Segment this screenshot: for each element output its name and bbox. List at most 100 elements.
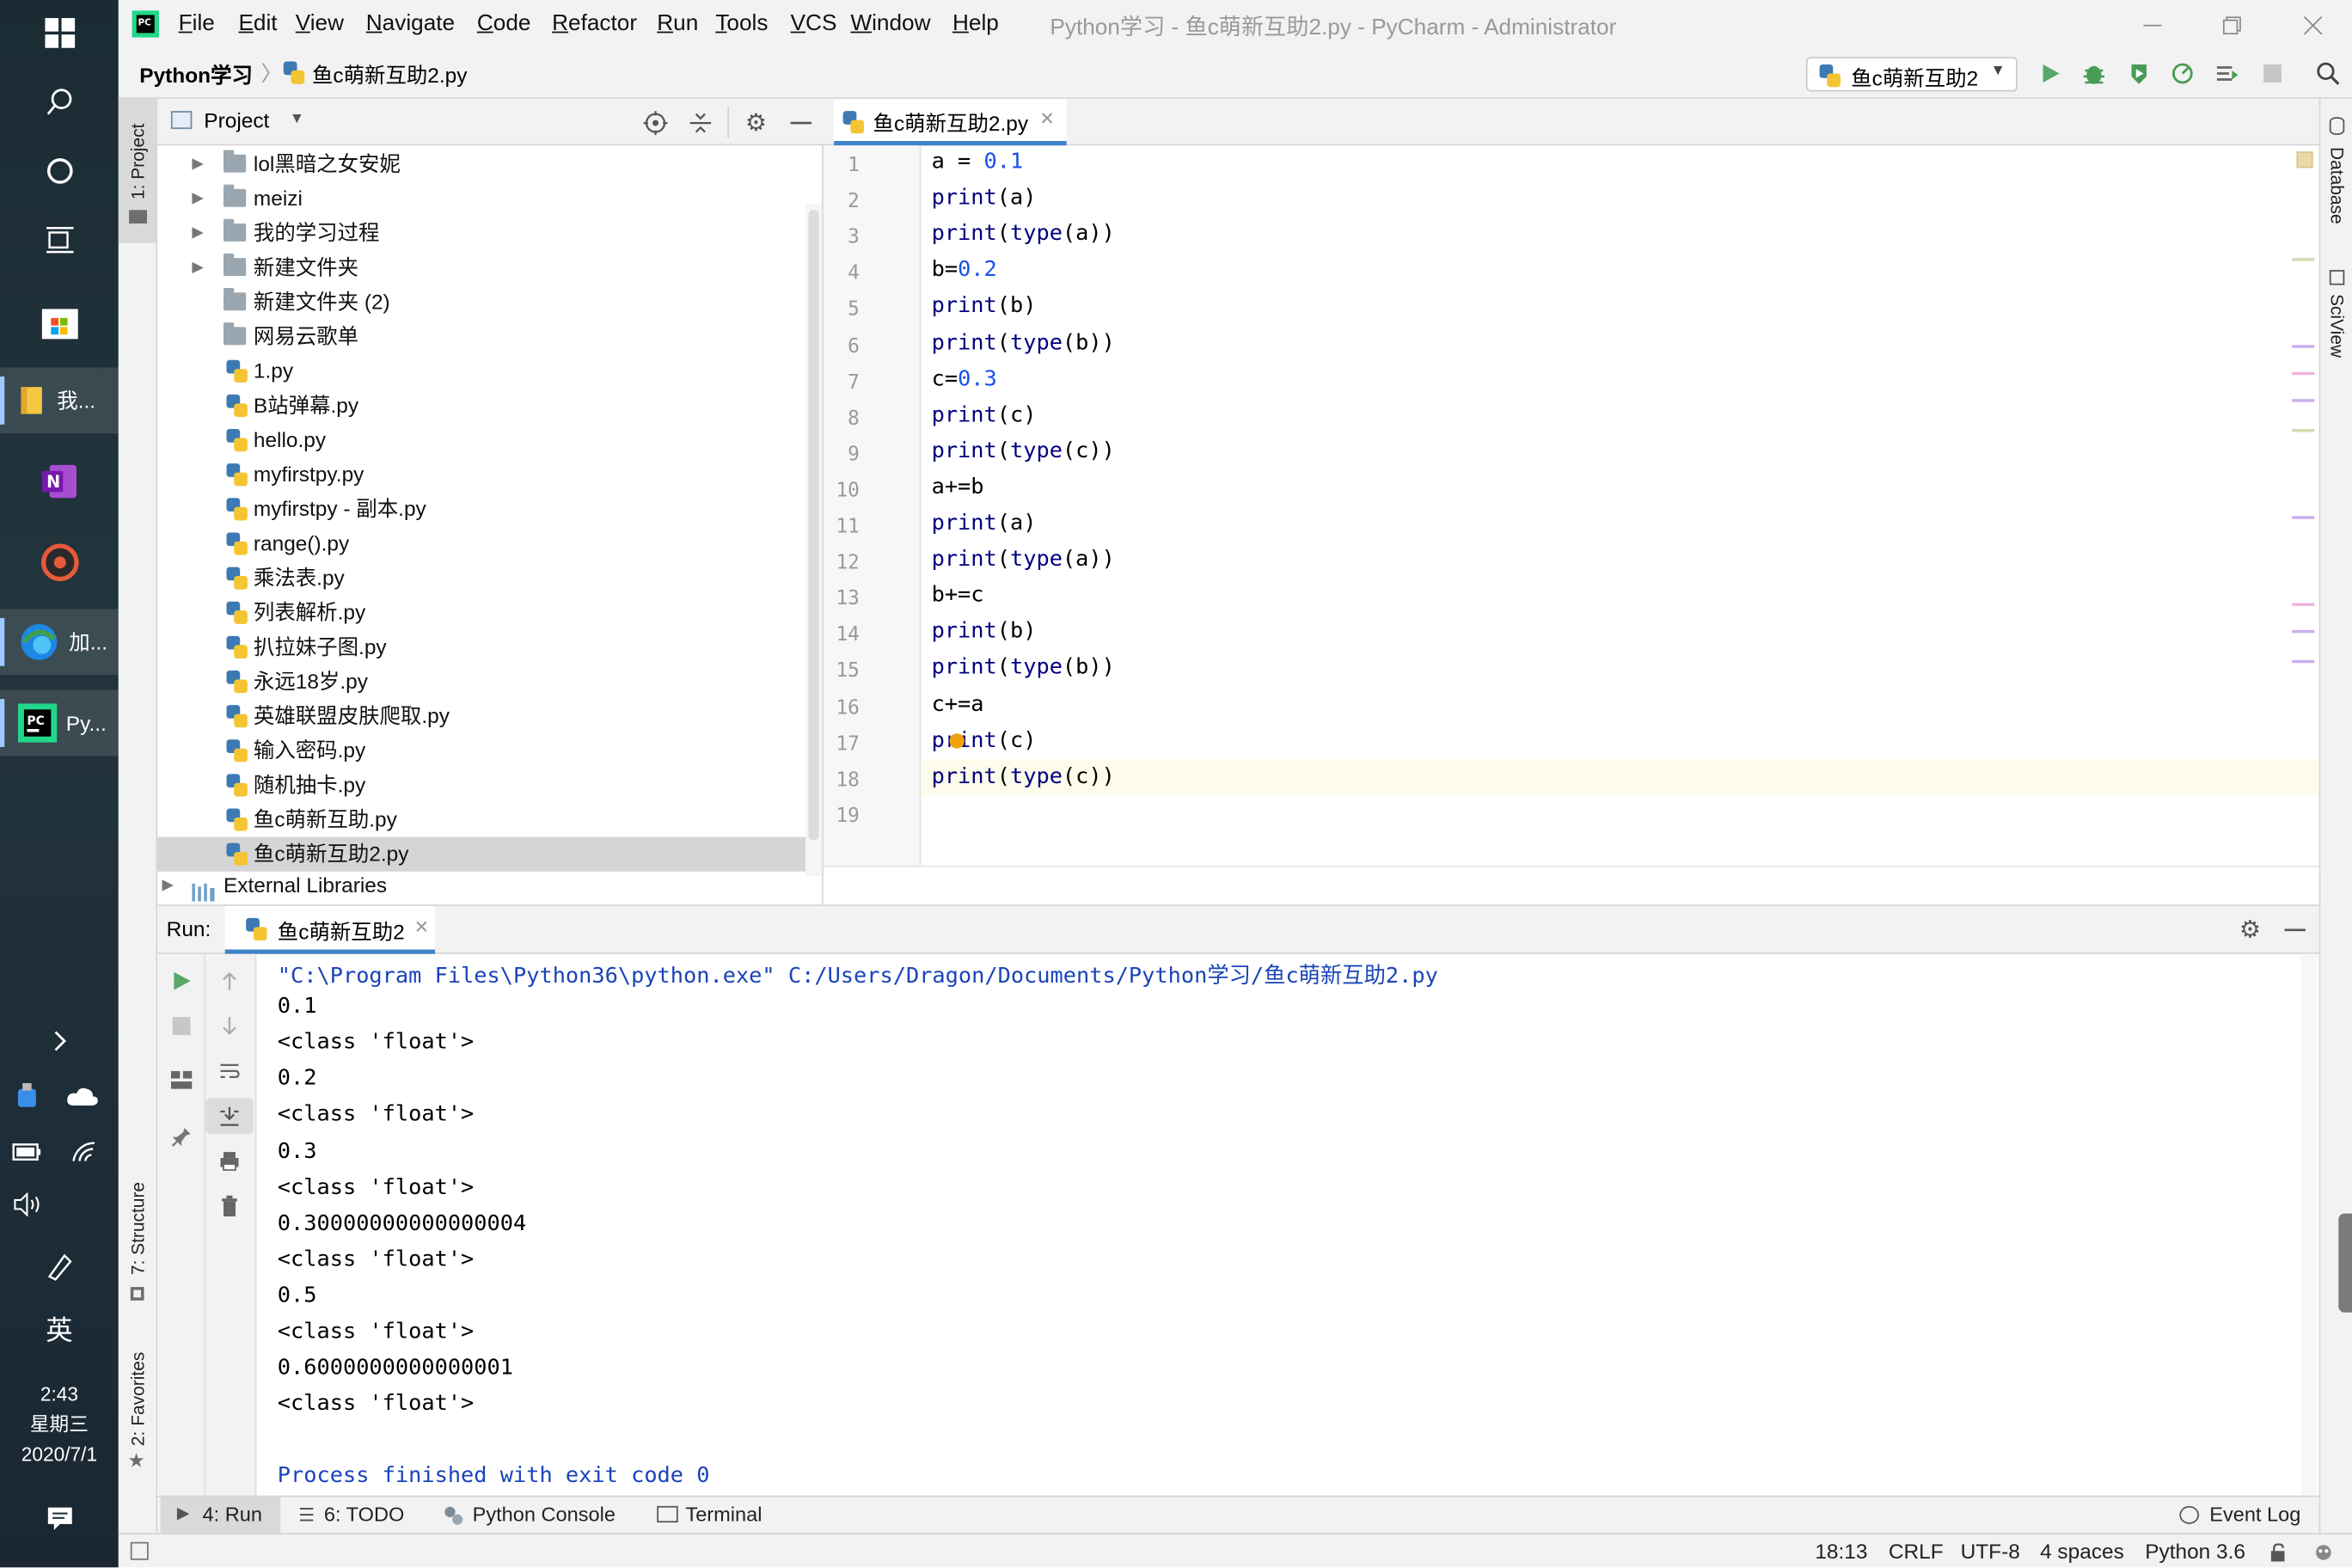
- code-line[interactable]: print(type(a)): [932, 548, 1115, 572]
- code-line[interactable]: b=0.2: [932, 259, 997, 283]
- action-center-icon[interactable]: [0, 1485, 119, 1551]
- menu-navigate[interactable]: Navigate: [366, 10, 455, 36]
- indent-setting[interactable]: 4 spaces: [2040, 1539, 2124, 1563]
- tree-item-file[interactable]: 扒拉妹子图.py: [157, 630, 805, 665]
- inspector-icon[interactable]: [2312, 1539, 2336, 1563]
- stop-icon[interactable]: [157, 1008, 205, 1044]
- chevron-down-icon[interactable]: ▼: [290, 111, 304, 127]
- tree-item-folder[interactable]: ▶ 新建文件夹: [157, 250, 805, 285]
- tree-item-file[interactable]: myfirstpy - 副本.py: [157, 492, 805, 526]
- stop-icon[interactable]: [2257, 58, 2288, 89]
- menu-run[interactable]: Run: [657, 10, 698, 36]
- run-tool-tab[interactable]: ▶ 4: Run: [160, 1497, 281, 1534]
- trash-icon[interactable]: [205, 1188, 254, 1224]
- onenote-icon[interactable]: N: [0, 449, 119, 515]
- gear-icon[interactable]: ⚙: [2235, 915, 2265, 945]
- onedrive-cloud-icon[interactable]: [63, 1080, 101, 1112]
- code-line[interactable]: print(type(b)): [932, 656, 1115, 680]
- code-line[interactable]: b+=c: [932, 584, 984, 608]
- line-separator[interactable]: CRLF: [1889, 1539, 1944, 1563]
- error-stripe[interactable]: [2292, 168, 2315, 744]
- event-log-tool-tab[interactable]: Event Log: [2179, 1497, 2314, 1533]
- expand-arrow-icon[interactable]: ▶: [192, 147, 203, 181]
- volume-icon[interactable]: [9, 1188, 45, 1221]
- project-tool-tab[interactable]: 1: Project: [118, 99, 156, 243]
- stripe-mark[interactable]: [2292, 371, 2315, 376]
- lightbulb-icon[interactable]: [949, 733, 965, 749]
- music-player-icon[interactable]: [0, 530, 119, 596]
- code-line[interactable]: c=0.3: [932, 367, 997, 391]
- tree-item-file[interactable]: 随机抽卡.py: [157, 768, 805, 802]
- menu-tools[interactable]: Tools: [715, 10, 768, 36]
- tree-item-file[interactable]: 乘法表.py: [157, 561, 805, 596]
- stripe-mark[interactable]: [2292, 399, 2315, 402]
- minimize-button[interactable]: [2118, 0, 2187, 50]
- line-number[interactable]: 10: [822, 480, 860, 502]
- line-number[interactable]: 18: [822, 769, 860, 792]
- locate-file-icon[interactable]: [640, 108, 671, 138]
- menu-window[interactable]: Window: [850, 10, 930, 36]
- ime-indicator[interactable]: 英: [0, 1296, 119, 1363]
- code-line[interactable]: print(a): [932, 187, 1037, 211]
- line-number[interactable]: 17: [822, 733, 860, 756]
- stripe-mark[interactable]: [2292, 258, 2315, 261]
- project-scrollbar[interactable]: [805, 204, 823, 877]
- debug-icon[interactable]: [2079, 58, 2109, 89]
- tree-item-file[interactable]: range().py: [157, 526, 805, 560]
- caret-position[interactable]: 18:13: [1815, 1539, 1867, 1563]
- arrow-down-icon[interactable]: [205, 1008, 254, 1044]
- tree-item-file[interactable]: 鱼c萌新互助.py: [157, 803, 805, 837]
- tree-item-file[interactable]: myfirstpy.py: [157, 457, 805, 492]
- chevron-right-icon[interactable]: [0, 1008, 119, 1075]
- stripe-mark[interactable]: [2292, 659, 2315, 664]
- menu-help[interactable]: Help: [952, 10, 999, 36]
- tree-item-file[interactable]: 永远18岁.py: [157, 665, 805, 699]
- code-line[interactable]: print(type(b)): [932, 331, 1115, 355]
- code-line[interactable]: print(b): [932, 620, 1037, 644]
- tree-item-file[interactable]: hello.py: [157, 423, 805, 457]
- pin-icon[interactable]: [157, 1119, 205, 1155]
- line-number[interactable]: 13: [822, 588, 860, 610]
- tree-item-folder[interactable]: ▶ lol黑暗之女安妮: [157, 147, 805, 181]
- close-tab-icon[interactable]: ✕: [1039, 108, 1055, 129]
- database-tool-tab[interactable]: Database: [2320, 111, 2352, 240]
- collapse-all-icon[interactable]: [685, 108, 715, 138]
- tree-item-external-libraries[interactable]: ▶ External Libraries: [157, 868, 805, 903]
- restore-layout-icon[interactable]: [157, 1062, 205, 1098]
- breadcrumb-project[interactable]: Python学习: [139, 60, 253, 90]
- task-view-icon[interactable]: [0, 207, 119, 273]
- taskbar-app-pycharm[interactable]: PC Py...: [0, 689, 119, 756]
- soft-wrap-icon[interactable]: [205, 1053, 254, 1089]
- tree-item-file[interactable]: 输入密码.py: [157, 733, 805, 768]
- taskbar-app-file-explorer[interactable]: 我...: [0, 367, 119, 434]
- profile-icon[interactable]: [2167, 58, 2197, 89]
- battery-icon[interactable]: [9, 1136, 45, 1168]
- inspection-status-icon[interactable]: [2296, 151, 2313, 168]
- python-interpreter[interactable]: Python 3.6: [2145, 1539, 2245, 1563]
- clock-date[interactable]: 2020/7/1: [0, 1440, 119, 1470]
- close-tab-icon[interactable]: ✕: [414, 916, 430, 937]
- taskbar-app-edge[interactable]: 加...: [0, 609, 119, 676]
- line-number[interactable]: 2: [822, 191, 860, 213]
- scrollbar-thumb[interactable]: [808, 210, 819, 841]
- run-icon[interactable]: [2036, 58, 2066, 89]
- file-encoding[interactable]: UTF-8: [1961, 1539, 2020, 1563]
- clock-weekday[interactable]: 星期三: [0, 1410, 119, 1440]
- line-number[interactable]: 12: [822, 552, 860, 574]
- stripe-mark[interactable]: [2292, 603, 2315, 606]
- console-scrollbar[interactable]: [2300, 953, 2318, 1498]
- code-line[interactable]: c+=a: [932, 692, 984, 716]
- store-icon[interactable]: [0, 288, 119, 354]
- editor-tab[interactable]: 鱼c萌新互助2.py ✕: [834, 99, 1067, 146]
- line-number[interactable]: 16: [822, 697, 860, 720]
- line-number[interactable]: 11: [822, 516, 860, 538]
- expand-arrow-icon[interactable]: ▶: [192, 216, 203, 250]
- code-line[interactable]: print(c): [932, 728, 1037, 752]
- line-number[interactable]: 3: [822, 227, 860, 249]
- python-console-tool-tab[interactable]: Python Console: [444, 1497, 639, 1533]
- menu-refactor[interactable]: Refactor: [552, 10, 637, 36]
- line-number[interactable]: 6: [822, 335, 860, 358]
- concurrency-diagram-icon[interactable]: [2213, 58, 2243, 89]
- code-line[interactable]: a = 0.1: [932, 150, 1024, 174]
- run-with-coverage-icon[interactable]: [2124, 58, 2154, 89]
